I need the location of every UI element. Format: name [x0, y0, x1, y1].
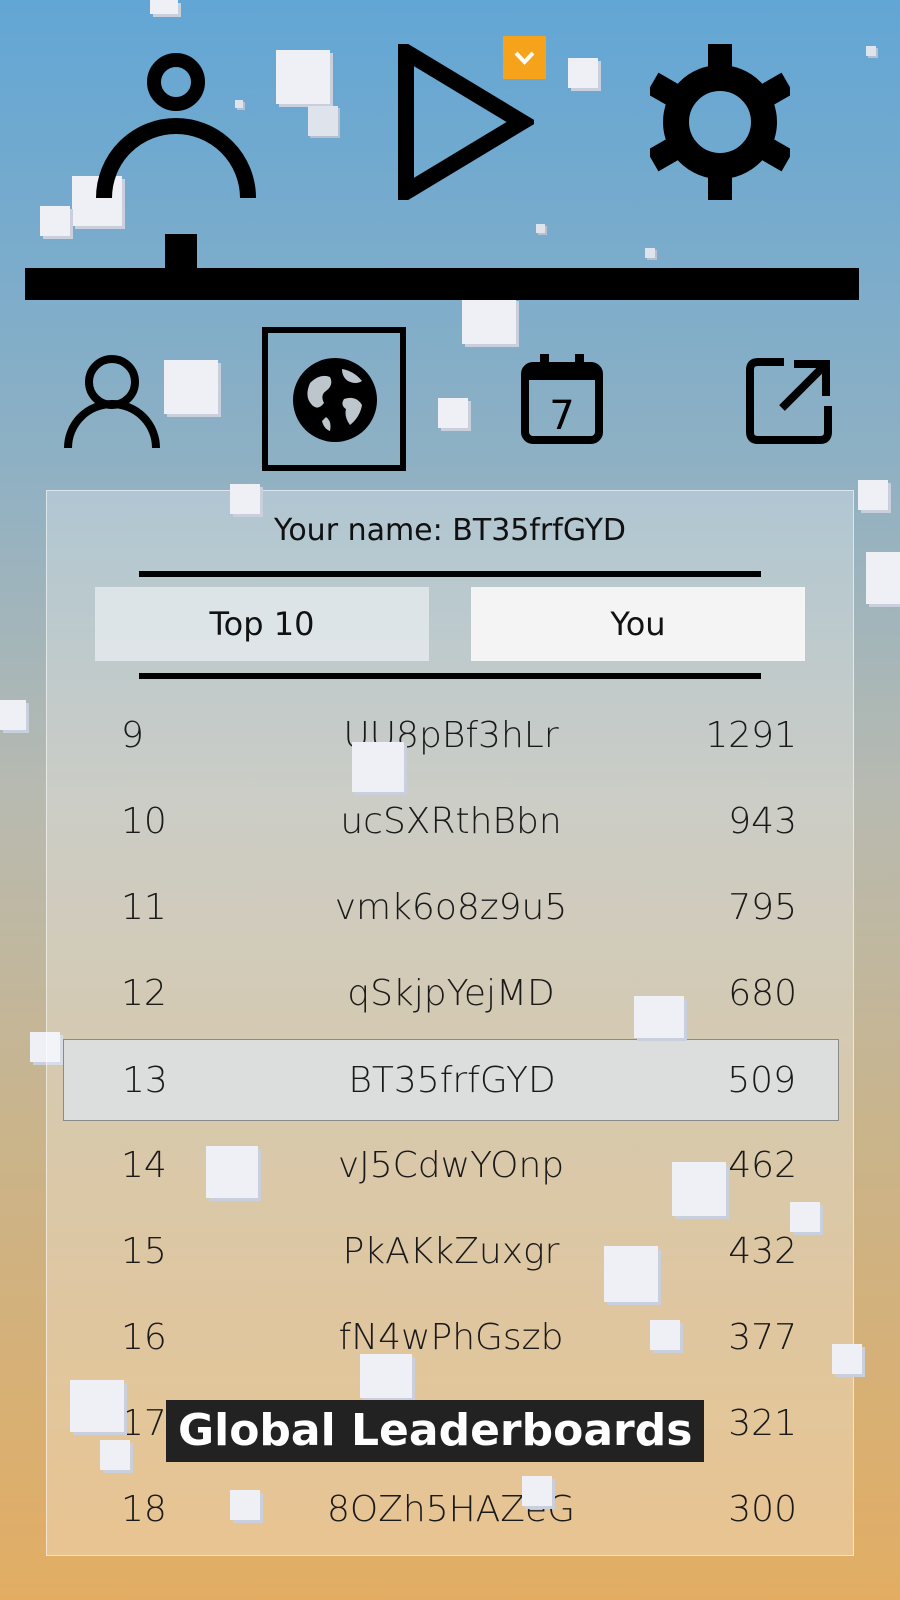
divider-top	[139, 571, 761, 577]
floating-cube	[360, 1354, 412, 1398]
floating-cube	[790, 1202, 820, 1232]
leaderboard-row: 16 fN4wPhGszb 377	[63, 1297, 839, 1379]
dropdown-button[interactable]	[503, 36, 546, 79]
player-name: vmk6o8z9u5	[334, 887, 568, 928]
floating-cube	[645, 248, 655, 258]
profile-balance-icon[interactable]	[92, 48, 260, 206]
floating-cube	[40, 206, 70, 236]
player-name: PkAKkZuxgr	[342, 1231, 560, 1272]
player-name: BT35frfGYD	[348, 1060, 556, 1101]
header-divider	[25, 268, 859, 300]
floating-cube	[164, 360, 218, 414]
leaderboard-row: 9 UU8pBf3hLr 1291	[63, 695, 839, 777]
top10-tab[interactable]: Top 10	[95, 587, 429, 661]
score: 377	[728, 1317, 797, 1358]
leaderboard-row-current-player: 13 BT35frfGYD 509	[63, 1039, 839, 1121]
floating-cube	[522, 1476, 552, 1506]
leaderboard-row: 11 vmk6o8z9u5 795	[63, 867, 839, 949]
floating-cube	[866, 46, 876, 56]
floating-cube	[650, 1320, 680, 1350]
score: 943	[728, 801, 797, 842]
floating-cube	[672, 1162, 726, 1216]
floating-cube	[150, 0, 178, 14]
calendar-day: 7	[549, 393, 574, 439]
leaderboard-panel: Your name: BT35frfGYD Top 10 You 9 UU8pB…	[46, 490, 854, 1556]
floating-cube	[0, 700, 26, 730]
you-tab[interactable]: You	[471, 587, 805, 661]
floating-cube	[438, 398, 468, 428]
floating-cube	[536, 224, 545, 233]
floating-cube	[858, 480, 888, 510]
chevron-down-icon	[514, 51, 535, 65]
settings-gear-icon[interactable]	[650, 44, 790, 200]
player-name: fN4wPhGszb	[338, 1317, 564, 1358]
leaderboard-row: 10 ucSXRthBbn 943	[63, 781, 839, 863]
score: 300	[728, 1489, 797, 1530]
score: 462	[728, 1145, 797, 1186]
your-name-label: Your name: BT35frfGYD	[273, 513, 627, 548]
floating-cube	[604, 1246, 658, 1302]
score: 509	[727, 1060, 796, 1101]
external-link-icon[interactable]	[744, 356, 834, 446]
score: 321	[728, 1403, 797, 1444]
player-name: 8OZh5HAZeG	[326, 1489, 576, 1530]
screen-caption: Global Leaderboards	[166, 1400, 705, 1462]
calendar-icon[interactable]: 7	[520, 352, 604, 446]
globe-icon	[293, 358, 377, 442]
floating-cube	[462, 298, 516, 344]
score: 432	[728, 1231, 797, 1272]
score: 795	[728, 887, 797, 928]
floating-cube	[230, 484, 260, 514]
floating-cube	[206, 1146, 258, 1198]
divider-bottom	[139, 673, 761, 679]
floating-cube	[276, 50, 330, 104]
leaderboard-row: 15 PkAKkZuxgr 432	[63, 1211, 839, 1293]
score: 680	[728, 973, 797, 1014]
floating-cube	[832, 1344, 862, 1374]
leaderboard-row: 12 qSkjpYejMD 680	[63, 953, 839, 1035]
floating-cube	[100, 1440, 130, 1470]
floating-cube	[634, 996, 684, 1038]
floating-cube	[352, 742, 404, 792]
floating-cube	[866, 552, 900, 604]
floating-cube	[568, 58, 598, 88]
player-name: ucSXRthBbn	[340, 801, 562, 842]
leaderboard-row: 18 8OZh5HAZeG 300	[63, 1469, 839, 1551]
floating-cube	[230, 1490, 260, 1520]
player-name: qSkjpYejMD	[347, 973, 555, 1014]
floating-cube	[308, 106, 338, 136]
person-icon[interactable]	[62, 352, 162, 452]
floating-cube	[70, 1380, 124, 1432]
score: 1291	[705, 715, 797, 756]
